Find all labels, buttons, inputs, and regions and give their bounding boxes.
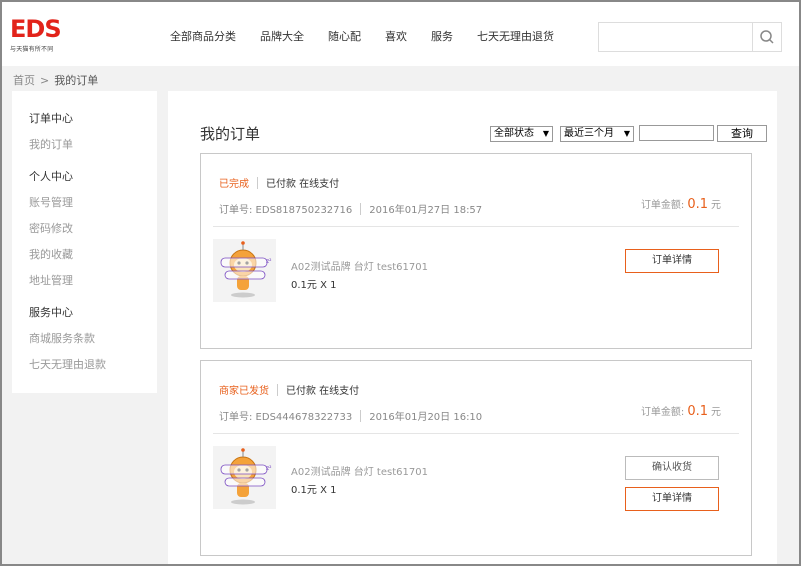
- sidebar-item-terms[interactable]: 商城服务条款: [29, 330, 95, 346]
- payment-info: 已付款 在线支付: [286, 386, 360, 397]
- order-meta: 订单号: EDS444678322733 2016年01月20日 16:10: [219, 408, 482, 423]
- payment-info: 已付款 在线支付: [266, 179, 340, 190]
- sidebar-item-password[interactable]: 密码修改: [29, 220, 73, 236]
- order-status: 已完成: [219, 179, 249, 190]
- nav-service[interactable]: 服务: [431, 28, 453, 44]
- order-card: 商家已发货 已付款 在线支付 订单号: EDS444678322733 2016…: [200, 360, 752, 556]
- order-search-input[interactable]: [639, 125, 714, 141]
- header: EDS 与天猫有所不同 全部商品分类 品牌大全 随心配 喜欢 服务 七天无理由退…: [2, 2, 799, 66]
- breadcrumb-home[interactable]: 首页: [13, 74, 35, 87]
- order-date: 2016年01月27日 18:57: [369, 205, 483, 216]
- sidebar-group-order-center: 订单中心: [29, 112, 73, 125]
- order-date: 2016年01月20日 16:10: [369, 412, 483, 423]
- order-status-line: 已完成 已付款 在线支付: [219, 175, 339, 190]
- order-status: 商家已发货: [219, 386, 269, 397]
- status-select[interactable]: 全部状态 ▼: [490, 126, 553, 142]
- amount-label: 订单金额:: [640, 407, 685, 418]
- main-nav: 全部商品分类 品牌大全 随心配 喜欢 服务 七天无理由退货: [170, 28, 578, 44]
- nav-free-match[interactable]: 随心配: [328, 28, 361, 44]
- svg-text:z²: z²: [266, 258, 272, 265]
- status-select-value: 全部状态: [494, 128, 534, 139]
- svg-text:z²: z²: [266, 465, 272, 472]
- product-name[interactable]: A02测试品牌 台灯 test61701: [291, 463, 428, 478]
- logo[interactable]: EDS 与天猫有所不同: [10, 16, 80, 60]
- page-title: 我的订单: [200, 125, 261, 143]
- main-panel: 我的订单 全部状态 ▼ 最近三个月 ▼ 查询 已完成 已付款 在线支付 订单号:…: [168, 91, 777, 564]
- breadcrumb-bar: 首页 > 我的订单: [2, 66, 799, 90]
- order-amount: 订单金额: 0.1 元: [641, 403, 721, 419]
- order-divider: [213, 433, 739, 434]
- divider: [360, 409, 362, 422]
- breadcrumb: 首页 > 我的订单: [13, 72, 98, 88]
- order-number: 订单号: EDS818750232716: [219, 205, 353, 216]
- period-select[interactable]: 最近三个月 ▼: [560, 126, 634, 142]
- breadcrumb-current: 我的订单: [54, 74, 99, 87]
- product-thumbnail[interactable]: z²: [213, 239, 276, 302]
- amount-unit: 元: [711, 200, 721, 211]
- sidebar-item-my-orders[interactable]: 我的订单: [29, 136, 73, 152]
- order-card: 已完成 已付款 在线支付 订单号: EDS818750232716 2016年0…: [200, 153, 752, 349]
- product-image-icon: z²: [213, 446, 276, 509]
- amount-label: 订单金额:: [640, 200, 685, 211]
- order-amount: 订单金额: 0.1 元: [641, 196, 721, 212]
- query-button[interactable]: 查询: [717, 125, 767, 142]
- search-input[interactable]: [598, 22, 752, 52]
- confirm-receipt-button[interactable]: 确认收货: [625, 456, 719, 480]
- sidebar: 订单中心 我的订单 个人中心 账号管理 密码修改 我的收藏 地址管理 服务中心 …: [12, 91, 157, 393]
- breadcrumb-separator: >: [40, 74, 50, 87]
- order-detail-button[interactable]: 订单详情: [625, 249, 719, 273]
- amount-value: 0.1: [687, 404, 708, 419]
- period-select-value: 最近三个月: [564, 128, 614, 139]
- product-thumbnail[interactable]: z²: [213, 446, 276, 509]
- order-meta: 订单号: EDS818750232716 2016年01月27日 18:57: [219, 201, 482, 216]
- product-name[interactable]: A02测试品牌 台灯 test61701: [291, 258, 428, 273]
- nav-all-categories[interactable]: 全部商品分类: [170, 28, 236, 44]
- amount-unit: 元: [711, 407, 721, 418]
- svg-text:EDS: EDS: [10, 16, 61, 42]
- nav-brands[interactable]: 品牌大全: [260, 28, 304, 44]
- product-price: 0.1元 X 1: [291, 485, 337, 496]
- order-number: 订单号: EDS444678322733: [219, 412, 353, 423]
- sidebar-item-favorites[interactable]: 我的收藏: [29, 246, 73, 262]
- order-status-line: 商家已发货 已付款 在线支付: [219, 382, 359, 397]
- nav-like[interactable]: 喜欢: [385, 28, 407, 44]
- order-divider: [213, 226, 739, 227]
- product-price: 0.1元 X 1: [291, 280, 337, 291]
- eds-logo-icon: EDS: [10, 16, 62, 42]
- divider: [277, 383, 278, 396]
- sidebar-group-service-center: 服务中心: [29, 306, 73, 319]
- sidebar-item-refund[interactable]: 七天无理由退款: [29, 356, 106, 372]
- order-detail-button[interactable]: 订单详情: [625, 487, 719, 511]
- dropdown-arrow-icon: ▼: [623, 129, 630, 138]
- dropdown-arrow-icon: ▼: [542, 129, 549, 138]
- sidebar-item-address[interactable]: 地址管理: [29, 272, 73, 288]
- sidebar-group-personal-center: 个人中心: [29, 170, 73, 183]
- nav-7day-return[interactable]: 七天无理由退货: [477, 28, 554, 44]
- divider: [360, 202, 362, 215]
- amount-value: 0.1: [687, 197, 708, 212]
- sidebar-item-account[interactable]: 账号管理: [29, 194, 73, 210]
- divider: [257, 176, 258, 189]
- search-button[interactable]: [752, 22, 782, 52]
- search-icon: [760, 30, 774, 44]
- logo-subtitle: 与天猫有所不同: [10, 46, 54, 53]
- product-image-icon: z²: [213, 239, 276, 302]
